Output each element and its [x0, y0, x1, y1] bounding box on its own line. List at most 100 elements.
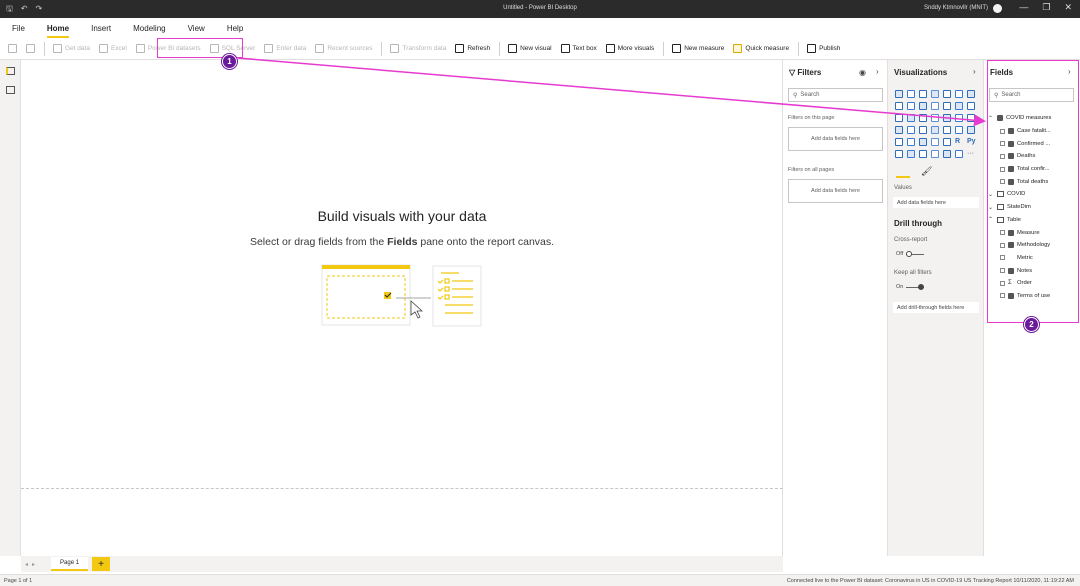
- text-box-button[interactable]: Text box: [560, 44, 597, 53]
- visual-type-icon[interactable]: [955, 114, 963, 122]
- visual-type-icon[interactable]: [943, 90, 951, 98]
- filters-on-all-label: Filters on all pages: [788, 167, 835, 173]
- visual-type-icon[interactable]: [943, 138, 951, 146]
- ribbon-separator: [499, 41, 501, 56]
- visual-type-icon[interactable]: [919, 138, 927, 146]
- visual-type-icon[interactable]: [967, 114, 975, 122]
- avatar[interactable]: [993, 4, 1002, 13]
- visual-type-icon[interactable]: [919, 102, 927, 110]
- model-view-icon[interactable]: [6, 86, 15, 94]
- menu-file[interactable]: File: [12, 24, 25, 33]
- user-name[interactable]: Snddy Ktmnovllr (MNIT): [924, 5, 988, 11]
- more-visuals-button[interactable]: More visuals: [605, 44, 654, 53]
- collapse-viz-icon[interactable]: ›: [973, 67, 976, 76]
- refresh-button[interactable]: Refresh: [455, 44, 490, 53]
- enter-data-icon: [264, 44, 274, 53]
- visual-type-icon[interactable]: [955, 150, 963, 158]
- visual-type-icon[interactable]: [943, 102, 951, 110]
- ribbon-separator: [663, 41, 665, 56]
- paste-button[interactable]: [8, 44, 17, 53]
- filters-on-all-drop[interactable]: Add data fields here: [788, 179, 883, 203]
- recent-sources-button[interactable]: Recent sources: [315, 44, 372, 53]
- visual-type-icon[interactable]: [967, 90, 975, 98]
- visual-type-icon[interactable]: Py: [967, 138, 976, 146]
- collapse-filters-icon[interactable]: ›: [876, 67, 879, 76]
- visual-type-grid: R Py ···: [893, 88, 979, 160]
- transform-data-button[interactable]: Transform data: [390, 44, 446, 53]
- new-visual-button[interactable]: New visual: [508, 44, 552, 53]
- report-view-icon[interactable]: [6, 67, 15, 75]
- visual-type-icon[interactable]: [931, 114, 939, 122]
- visual-type-icon[interactable]: [907, 138, 915, 146]
- publish-button[interactable]: Publish: [807, 44, 840, 53]
- menu-insert[interactable]: Insert: [91, 24, 111, 33]
- visual-type-icon[interactable]: [895, 114, 903, 122]
- values-drop[interactable]: Add data fields here: [893, 197, 979, 208]
- visual-type-icon[interactable]: ···: [967, 150, 975, 158]
- tab-page-1[interactable]: Page 1: [51, 557, 89, 571]
- visual-type-icon[interactable]: [895, 126, 903, 134]
- visual-type-icon[interactable]: [931, 138, 939, 146]
- menu-home[interactable]: Home: [46, 24, 70, 38]
- fields-well-tab-icon[interactable]: [896, 166, 910, 178]
- drill-through-drop[interactable]: Add drill-through fields here: [893, 302, 979, 313]
- visual-type-icon[interactable]: [895, 138, 903, 146]
- visual-type-icon[interactable]: [907, 102, 915, 110]
- menu-modeling[interactable]: Modeling: [133, 24, 165, 33]
- transform-data-icon: [390, 44, 400, 53]
- visual-type-icon[interactable]: [943, 114, 951, 122]
- visual-type-icon[interactable]: [931, 150, 939, 158]
- next-page-icon[interactable]: ▸: [32, 561, 35, 568]
- visual-type-icon[interactable]: [895, 150, 903, 158]
- visual-type-icon[interactable]: [907, 126, 915, 134]
- format-painter-icon: [26, 44, 35, 53]
- more-visuals-icon: [605, 44, 615, 53]
- format-painter-button[interactable]: [26, 44, 35, 53]
- eye-icon[interactable]: ◉: [859, 68, 866, 77]
- visual-type-icon[interactable]: [919, 150, 927, 158]
- view-rail: [0, 60, 21, 556]
- new-visual-icon: [508, 44, 518, 53]
- new-measure-button[interactable]: New measure: [672, 44, 724, 53]
- visual-type-icon[interactable]: [907, 90, 915, 98]
- format-paint-icon[interactable]: 🖌: [921, 166, 932, 177]
- prev-page-icon[interactable]: ◂: [25, 561, 28, 568]
- cross-report-toggle[interactable]: Off: [896, 250, 925, 257]
- visual-type-icon[interactable]: [895, 102, 903, 110]
- keep-filters-toggle[interactable]: On: [896, 283, 925, 290]
- visual-type-icon[interactable]: [919, 126, 927, 134]
- visual-type-icon[interactable]: [895, 90, 903, 98]
- visual-type-icon[interactable]: [907, 114, 915, 122]
- visual-type-icon[interactable]: [955, 90, 963, 98]
- report-canvas[interactable]: Build visuals with your data Select or d…: [21, 60, 783, 556]
- minimize-icon[interactable]: —: [1019, 2, 1028, 13]
- visual-type-icon[interactable]: [943, 150, 951, 158]
- visual-type-icon[interactable]: [931, 102, 939, 110]
- visual-type-icon[interactable]: [907, 150, 915, 158]
- visual-type-icon[interactable]: [967, 102, 975, 110]
- visual-type-icon[interactable]: [931, 90, 939, 98]
- visual-type-icon[interactable]: R: [955, 138, 963, 146]
- visual-type-icon[interactable]: [943, 126, 951, 134]
- canvas-heading: Build visuals with your data: [317, 208, 487, 224]
- filters-on-page-drop[interactable]: Add data fields here: [788, 127, 883, 151]
- close-icon[interactable]: ✕: [1064, 2, 1072, 13]
- enter-data-button[interactable]: Enter data: [264, 44, 306, 53]
- visual-type-icon[interactable]: [919, 90, 927, 98]
- visual-type-icon[interactable]: [967, 126, 975, 134]
- excel-button[interactable]: Excel: [98, 44, 127, 53]
- ribbon-separator: [798, 41, 800, 56]
- quick-measure-button[interactable]: Quick measure: [733, 44, 789, 53]
- menu-view[interactable]: View: [188, 24, 205, 33]
- visual-type-icon[interactable]: [931, 126, 939, 134]
- maximize-icon[interactable]: ❐: [1042, 2, 1050, 13]
- keep-filters-label: Keep all filters: [894, 270, 932, 276]
- add-page-button[interactable]: +: [92, 557, 111, 571]
- visual-type-icon[interactable]: [955, 126, 963, 134]
- menu-help[interactable]: Help: [227, 24, 243, 33]
- filters-search-input[interactable]: ⚲ Search: [788, 88, 883, 102]
- visual-type-icon[interactable]: [955, 102, 963, 110]
- visual-type-icon[interactable]: [919, 114, 927, 122]
- get-data-button[interactable]: Get data: [53, 44, 90, 53]
- filters-title: ▽ Filters: [789, 68, 822, 77]
